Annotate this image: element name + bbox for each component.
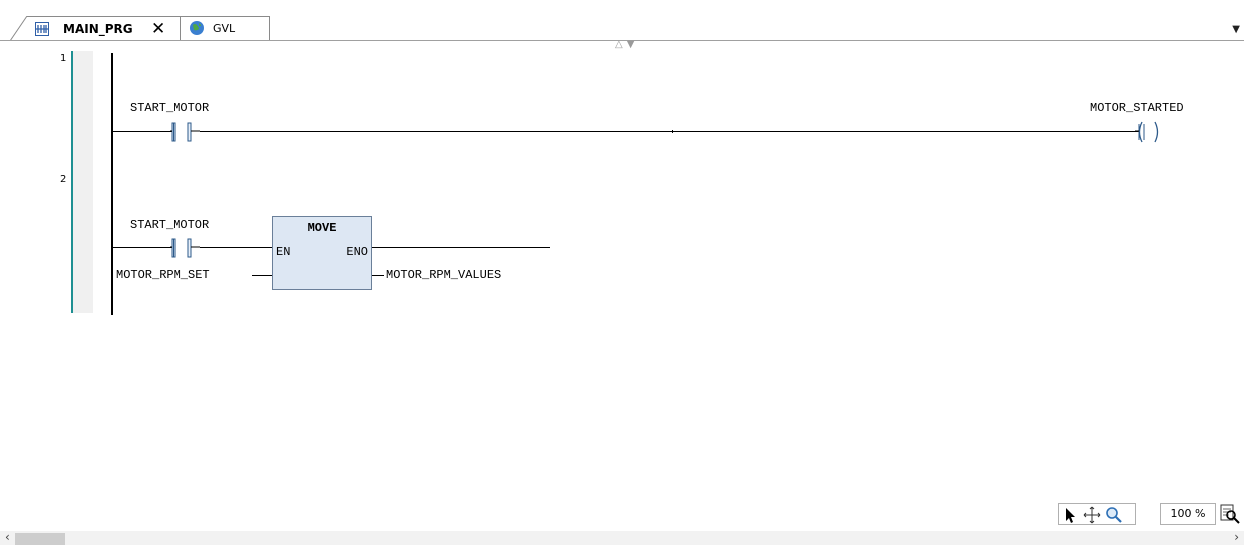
splitter-toggle-icon[interactable]: △▼ xyxy=(615,39,638,50)
block-input-variable[interactable]: MOTOR_RPM_SET xyxy=(116,268,210,282)
globe-icon xyxy=(190,21,204,35)
coil-icon[interactable] xyxy=(1135,121,1165,143)
block-name: MOVE xyxy=(307,221,337,235)
coil-variable-label[interactable]: MOTOR_STARTED xyxy=(1090,101,1184,115)
wire xyxy=(372,247,550,248)
wire-junction xyxy=(672,130,673,133)
move-icon[interactable] xyxy=(1083,506,1101,524)
zoom-level[interactable]: 100 % xyxy=(1160,503,1216,525)
scrollbar-thumb[interactable] xyxy=(15,533,65,545)
move-function-block[interactable]: MOVE EN ENO xyxy=(272,216,372,290)
tab-main-prg[interactable]: MAIN_PRG ✕ xyxy=(27,16,182,41)
wire xyxy=(200,131,1140,132)
block-output-variable[interactable]: MOTOR_RPM_VALUES xyxy=(386,268,501,282)
scroll-left-icon[interactable]: ‹ xyxy=(5,530,10,544)
horizontal-scrollbar[interactable]: ‹ › xyxy=(0,530,1244,545)
tab-label: GVL xyxy=(213,22,236,35)
wire xyxy=(112,247,172,248)
network-gutter xyxy=(73,51,93,313)
tab-gvl[interactable]: GVL xyxy=(180,16,270,40)
wire xyxy=(200,247,272,248)
network-number: 2 xyxy=(60,174,67,185)
wire xyxy=(112,131,172,132)
block-input-pin-en: EN xyxy=(276,245,291,259)
wire xyxy=(252,275,272,276)
zoom-fit-icon[interactable] xyxy=(1219,503,1241,525)
ladder-pou-icon xyxy=(35,22,49,36)
no-contact-icon[interactable] xyxy=(170,237,200,259)
editor-tool-group xyxy=(1058,503,1136,525)
contact-variable-label[interactable]: START_MOTOR xyxy=(130,101,209,115)
left-power-rail xyxy=(111,53,113,315)
pointer-icon[interactable] xyxy=(1061,506,1079,524)
scroll-right-icon[interactable]: › xyxy=(1234,530,1239,544)
contact-variable-label[interactable]: START_MOTOR xyxy=(130,218,209,232)
editor-tab-bar: MAIN_PRG ✕ GVL ▼ xyxy=(0,0,1244,42)
tab-label: MAIN_PRG xyxy=(63,22,133,36)
network-number: 1 xyxy=(60,53,67,64)
no-contact-icon[interactable] xyxy=(170,121,200,143)
close-icon[interactable]: ✕ xyxy=(151,18,165,40)
wire xyxy=(372,275,384,276)
zoom-magnifier-icon[interactable] xyxy=(1105,506,1123,524)
ladder-editor[interactable]: △▼ 1 2 START_MOTOR MOTOR_STARTED START_M… xyxy=(0,39,1244,531)
block-output-pin-eno: ENO xyxy=(346,245,368,259)
tab-overflow-chevron-icon[interactable]: ▼ xyxy=(1232,24,1240,35)
